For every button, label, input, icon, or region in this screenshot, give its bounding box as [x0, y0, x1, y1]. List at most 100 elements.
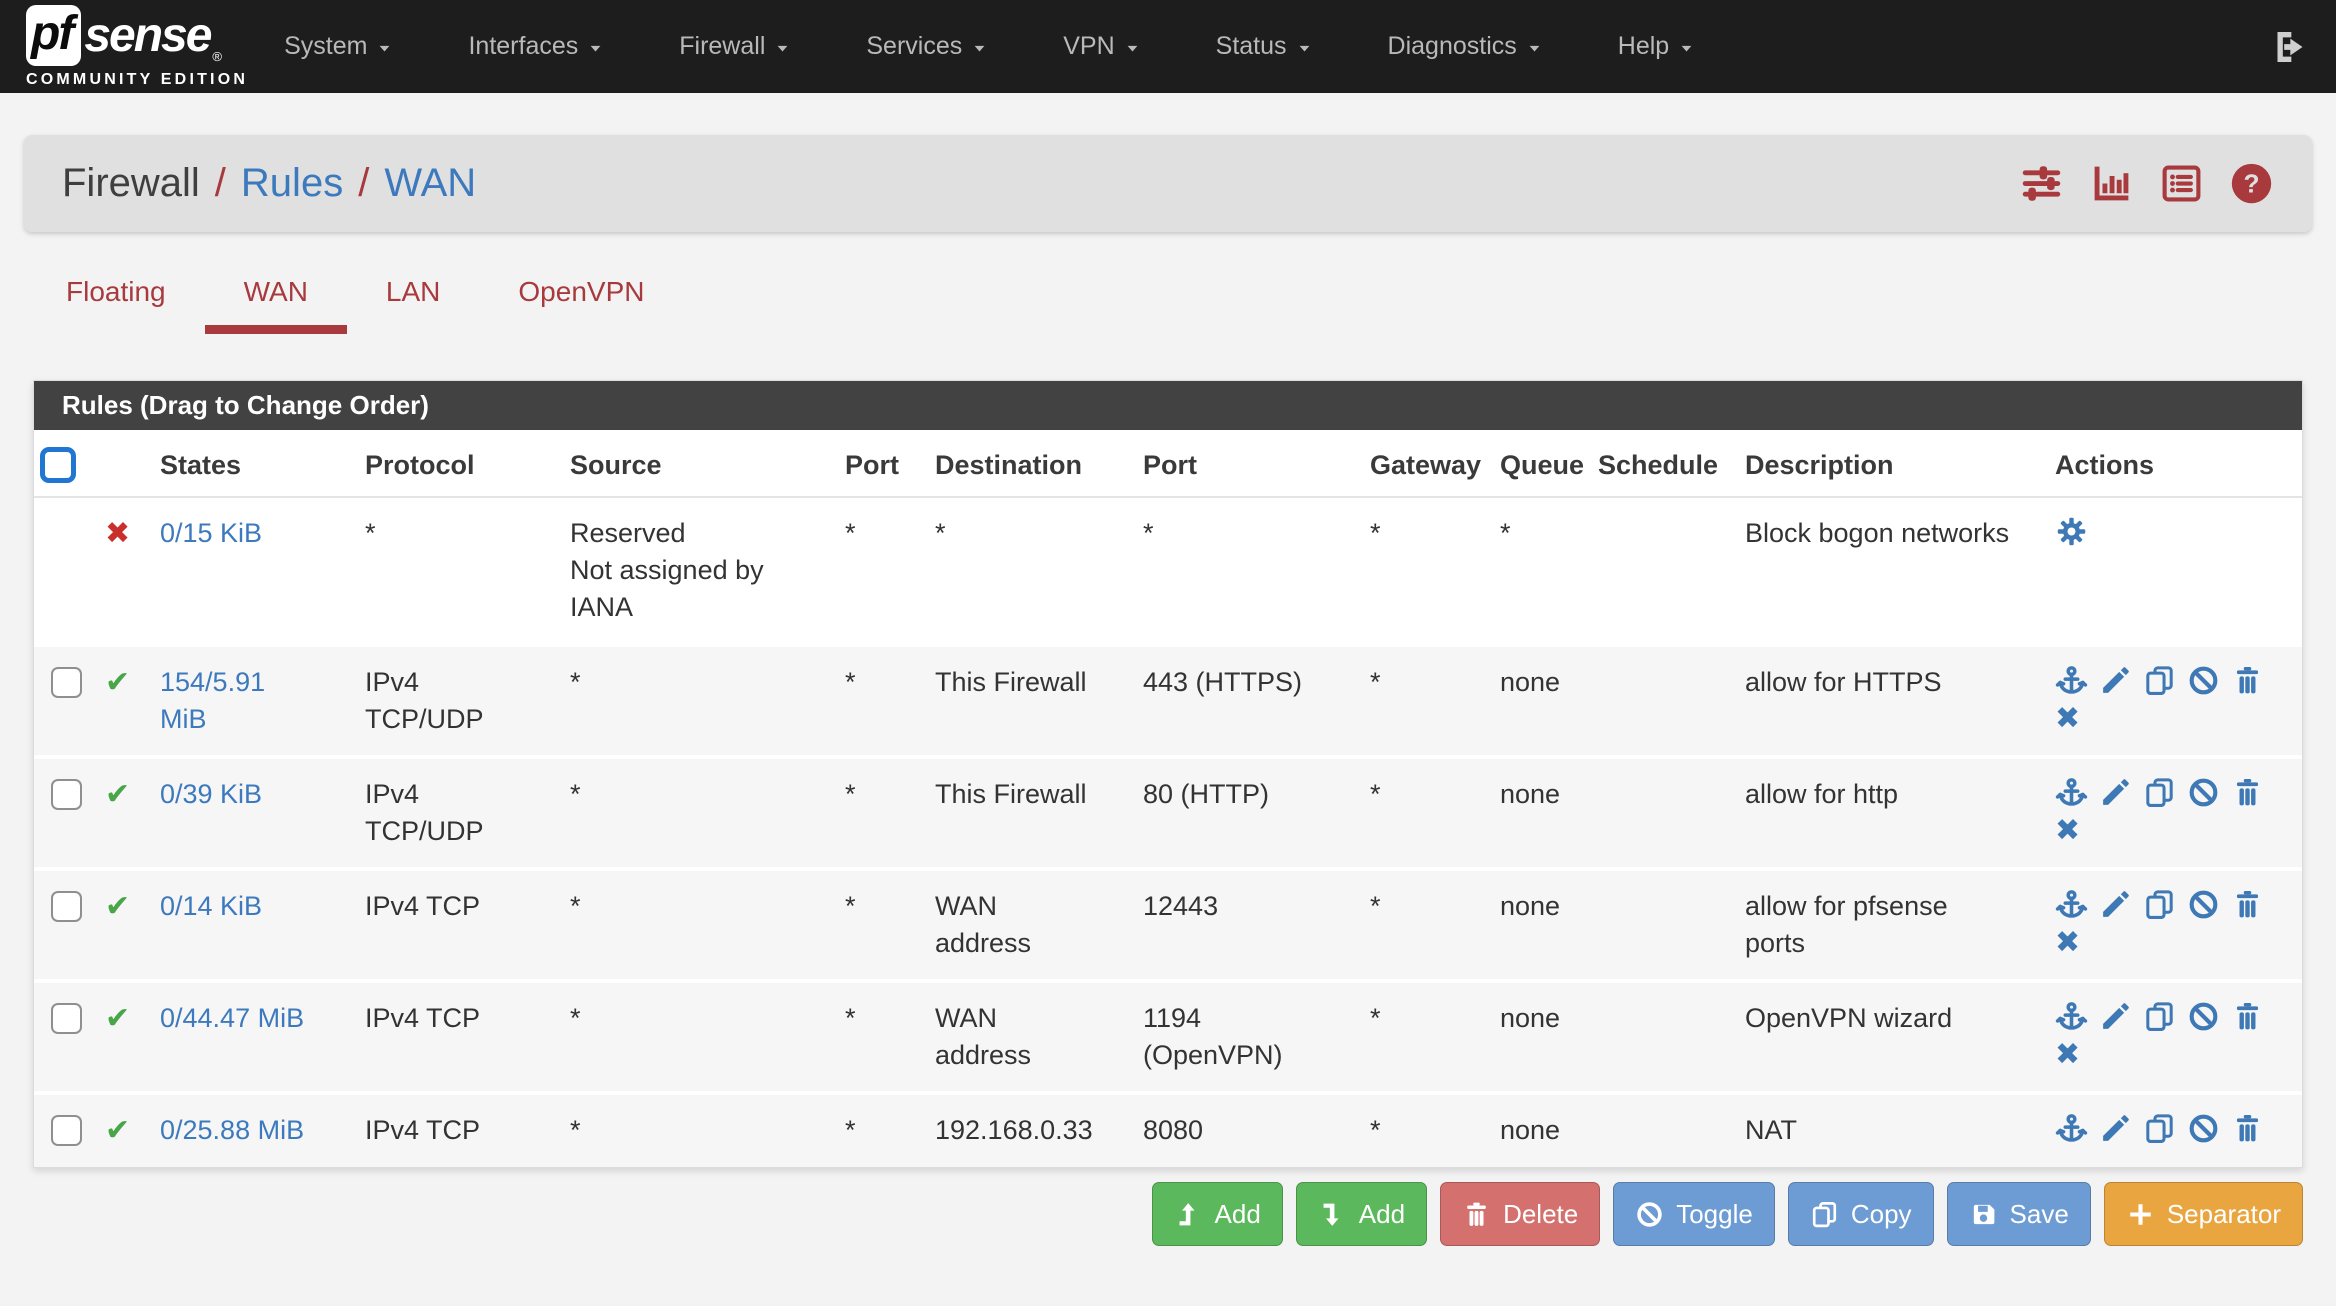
add-rule-top-button[interactable]: Add	[1151, 1182, 1283, 1246]
breadcrumb-wan[interactable]: WAN	[384, 161, 476, 206]
copy-icon[interactable]	[2143, 1000, 2176, 1033]
x-icon[interactable]: ✖	[2055, 702, 2088, 735]
nav-item-label: Services	[866, 32, 963, 60]
cell-select	[34, 497, 100, 645]
nav-item-diagnostics[interactable]: Diagnostics	[1388, 32, 1542, 61]
anchor-icon[interactable]	[2055, 664, 2088, 697]
col-protocol-header: Protocol	[365, 449, 475, 480]
cell-gateway-text: *	[1370, 518, 1381, 548]
rule-row[interactable]: ✔ 154/5.91 MiB IPv4 TCP/UDP * * This Firewall…	[34, 645, 2302, 757]
rule-checkbox[interactable]	[51, 1003, 82, 1034]
cell-states: 0/15 KiB	[160, 497, 365, 645]
states-link[interactable]: 0/39 KiB	[160, 776, 365, 813]
save-button[interactable]: Save	[1946, 1182, 2091, 1246]
trash-icon[interactable]	[2231, 1000, 2264, 1033]
states-link[interactable]: 154/5.91 MiB	[160, 664, 365, 738]
copy-icon[interactable]	[2143, 776, 2176, 809]
x-icon[interactable]: ✖	[2055, 926, 2088, 959]
cell-gateway-text: *	[1370, 1003, 1381, 1033]
bar-chart-icon[interactable]	[2089, 161, 2134, 206]
caret-down-icon	[1679, 41, 1694, 56]
anchor-icon[interactable]	[2055, 888, 2088, 921]
anchor-icon[interactable]	[2055, 1000, 2088, 1033]
rule-checkbox[interactable]	[51, 779, 82, 810]
copy-icon[interactable]	[2143, 664, 2176, 697]
pencil-icon[interactable]	[2099, 1000, 2132, 1033]
sliders-icon[interactable]	[2019, 161, 2064, 206]
rule-row[interactable]: ✔ 0/14 KiB IPv4 TCP * * WAN address 12443 * none…	[34, 869, 2302, 981]
pencil-icon[interactable]	[2099, 664, 2132, 697]
rule-checkbox[interactable]	[51, 891, 82, 922]
cell-gateway: *	[1370, 981, 1500, 1093]
trash-icon[interactable]	[2231, 1112, 2264, 1145]
cell-gateway-text: *	[1370, 779, 1381, 809]
tab-link-floating[interactable]: Floating	[66, 276, 205, 334]
tab-link-lan[interactable]: LAN	[347, 276, 479, 334]
rule-row[interactable]: ✖ 0/15 KiB * Reserved Not assigned by IANA *…	[34, 497, 2302, 645]
states-link[interactable]: 0/14 KiB	[160, 888, 365, 925]
nav-item-help[interactable]: Help	[1618, 32, 1694, 61]
ban-icon	[1635, 1200, 1664, 1229]
nav-item-firewall[interactable]: Firewall	[679, 32, 790, 61]
help-icon[interactable]: ?	[2229, 161, 2274, 206]
nav-item-services[interactable]: Services	[866, 32, 987, 61]
cell-source-port-text: *	[845, 779, 856, 809]
list-panel-icon[interactable]	[2159, 161, 2204, 206]
copy-button[interactable]: Copy	[1787, 1182, 1934, 1246]
ban-icon[interactable]	[2187, 888, 2220, 921]
cell-description-text: allow for pfsense ports	[1745, 891, 1948, 958]
pencil-icon[interactable]	[2099, 888, 2132, 921]
separator-button[interactable]: Separator	[2103, 1182, 2303, 1246]
trash-icon[interactable]	[2231, 776, 2264, 809]
breadcrumb-rules[interactable]: Rules	[241, 161, 343, 206]
toggle-button[interactable]: Toggle	[1613, 1182, 1775, 1246]
anchor-icon[interactable]	[2055, 776, 2088, 809]
rule-row[interactable]: ✔ 0/44.47 MiB IPv4 TCP * * WAN address 1194 (O…	[34, 981, 2302, 1093]
rule-row[interactable]: ✔ 0/25.88 MiB IPv4 TCP * * 192.168.0.33 8080 * n…	[34, 1093, 2302, 1167]
pencil-icon[interactable]	[2099, 776, 2132, 809]
sign-out-icon[interactable]	[2270, 27, 2310, 67]
ban-icon[interactable]	[2187, 776, 2220, 809]
gear-icon[interactable]	[2055, 515, 2088, 548]
cell-destination: 192.168.0.33	[935, 1093, 1143, 1167]
cell-destination: WAN address	[935, 981, 1143, 1093]
ban-icon[interactable]	[2187, 1000, 2220, 1033]
nav-item-system[interactable]: System	[284, 32, 392, 61]
delete-button[interactable]: Delete	[1440, 1182, 1601, 1246]
cell-source-text: Reserved Not assigned by IANA	[570, 518, 764, 622]
rule-checkbox[interactable]	[51, 667, 82, 698]
tab-link-openvpn[interactable]: OpenVPN	[479, 276, 683, 334]
pass-icon: ✔	[105, 1001, 131, 1036]
ban-icon[interactable]	[2187, 664, 2220, 697]
cell-gateway: *	[1370, 645, 1500, 757]
cell-schedule	[1598, 645, 1745, 757]
anchor-icon[interactable]	[2055, 1112, 2088, 1145]
pass-icon: ✔	[105, 1113, 131, 1148]
cell-gateway-text: *	[1370, 1115, 1381, 1145]
cell-select	[34, 645, 100, 757]
states-link[interactable]: 0/15 KiB	[160, 515, 365, 552]
rule-row[interactable]: ✔ 0/39 KiB IPv4 TCP/UDP * * This Firewall 80 (…	[34, 757, 2302, 869]
select-all-checkbox[interactable]	[40, 447, 76, 483]
states-link[interactable]: 0/44.47 MiB	[160, 1000, 365, 1037]
x-icon[interactable]: ✖	[2055, 1038, 2088, 1071]
nav-item-vpn[interactable]: VPN	[1063, 32, 1139, 61]
pencil-icon[interactable]	[2099, 1112, 2132, 1145]
add-rule-bottom-button[interactable]: Add	[1295, 1182, 1428, 1246]
rule-checkbox[interactable]	[51, 1115, 82, 1146]
x-icon[interactable]: ✖	[2055, 814, 2088, 847]
nav-item-label: Interfaces	[468, 32, 579, 60]
nav-item-status[interactable]: Status	[1216, 32, 1312, 61]
nav-item-interfaces[interactable]: Interfaces	[468, 32, 603, 61]
cell-queue: none	[1500, 869, 1598, 981]
states-link[interactable]: 0/25.88 MiB	[160, 1112, 365, 1149]
ban-icon[interactable]	[2187, 1112, 2220, 1145]
copy-icon[interactable]	[2143, 1112, 2176, 1145]
pfsense-logo[interactable]: pf sense ® COMMUNITY EDITION	[26, 4, 248, 89]
cell-description-text: allow for HTTPS	[1745, 667, 1942, 697]
copy-icon[interactable]	[2143, 888, 2176, 921]
tab-link-wan[interactable]: WAN	[204, 276, 347, 334]
trash-icon[interactable]	[2231, 664, 2264, 697]
button-label: Toggle	[1676, 1198, 1753, 1229]
trash-icon[interactable]	[2231, 888, 2264, 921]
